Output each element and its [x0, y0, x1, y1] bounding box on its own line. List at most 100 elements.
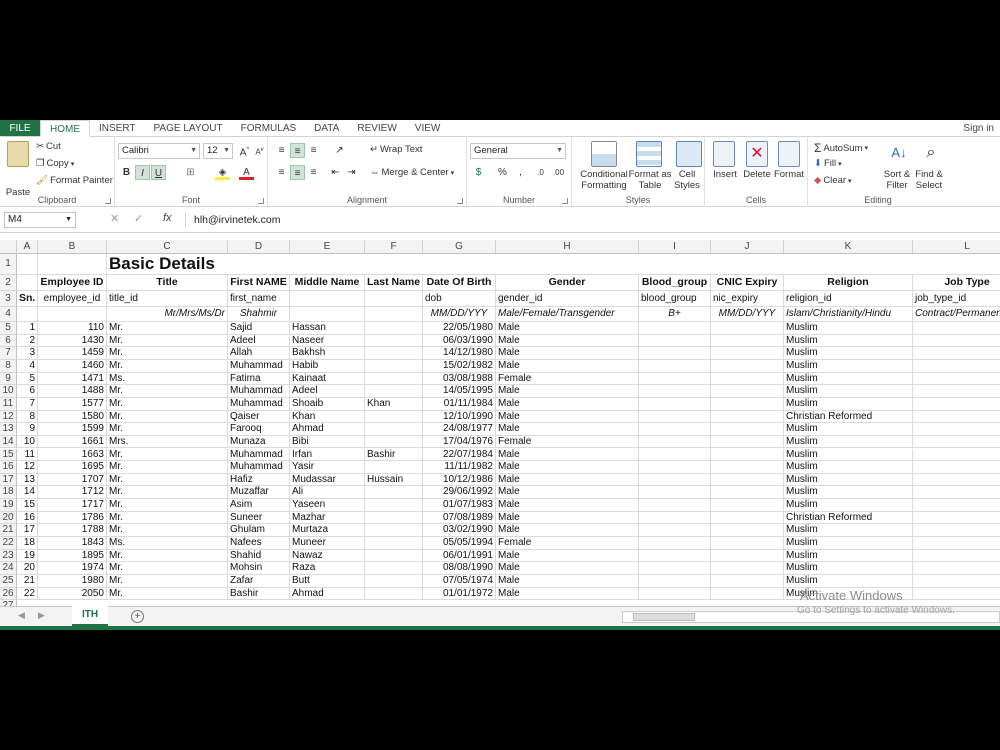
- data-cell[interactable]: 10: [17, 435, 38, 449]
- data-cell[interactable]: [639, 486, 711, 500]
- data-cell[interactable]: 1788: [38, 524, 107, 538]
- data-cell[interactable]: [639, 473, 711, 487]
- column-title-cell[interactable]: Blood_group: [639, 275, 711, 291]
- data-cell[interactable]: Muslim: [784, 397, 913, 411]
- format-button[interactable]: Format: [771, 169, 807, 180]
- underline-button[interactable]: U: [151, 165, 166, 180]
- data-cell[interactable]: Asim: [228, 499, 290, 512]
- data-cell[interactable]: Munaza: [228, 435, 290, 449]
- field-key-cell[interactable]: job_type_id: [913, 291, 1000, 307]
- data-cell[interactable]: [913, 512, 1000, 525]
- data-cell[interactable]: 03/08/1988: [423, 372, 496, 386]
- data-cell[interactable]: 1: [17, 322, 38, 335]
- row-header[interactable]: 24: [0, 562, 17, 575]
- data-cell[interactable]: [365, 322, 423, 335]
- row-header[interactable]: 3: [0, 291, 17, 307]
- data-cell[interactable]: Male: [496, 461, 639, 474]
- data-cell[interactable]: 1599: [38, 423, 107, 436]
- format-as-table-button[interactable]: Format as Table: [628, 169, 672, 191]
- data-cell[interactable]: [711, 486, 784, 500]
- data-cell[interactable]: [365, 499, 423, 512]
- data-cell[interactable]: Muzaffar: [228, 486, 290, 500]
- scrollbar-thumb[interactable]: [633, 613, 695, 621]
- data-cell[interactable]: 1488: [38, 385, 107, 398]
- data-cell[interactable]: [711, 435, 784, 449]
- column-title-cell[interactable]: Religion: [784, 275, 913, 291]
- data-cell[interactable]: [639, 575, 711, 588]
- data-cell[interactable]: [365, 549, 423, 563]
- data-cell[interactable]: 01/01/1972: [423, 587, 496, 601]
- field-key-cell[interactable]: employee_id: [38, 291, 107, 307]
- data-cell[interactable]: [711, 575, 784, 588]
- data-cell[interactable]: Murtaza: [290, 524, 365, 538]
- data-cell[interactable]: 2: [17, 334, 38, 348]
- data-cell[interactable]: Muslim: [784, 461, 913, 474]
- data-cell[interactable]: Farooq: [228, 423, 290, 436]
- column-title-cell[interactable]: First NAME: [228, 275, 290, 291]
- sheet-title[interactable]: Basic Details: [107, 254, 1000, 275]
- data-cell[interactable]: Muslim: [784, 423, 913, 436]
- data-cell[interactable]: Khan: [365, 397, 423, 411]
- row-header[interactable]: 8: [0, 359, 17, 373]
- data-cell[interactable]: Ali: [290, 486, 365, 500]
- data-cell[interactable]: Muslim: [784, 359, 913, 373]
- column-header-k[interactable]: K: [784, 240, 913, 254]
- delete-button[interactable]: Delete: [739, 169, 775, 180]
- data-cell[interactable]: Mazhar: [290, 511, 365, 525]
- data-cell[interactable]: Mr.: [107, 385, 228, 398]
- data-cell[interactable]: Mr.: [107, 322, 228, 335]
- format-hint-cell[interactable]: MM/DD/YYY: [423, 307, 496, 322]
- data-cell[interactable]: Male: [496, 410, 639, 424]
- data-cell[interactable]: 19: [17, 549, 38, 563]
- tab-page-layout[interactable]: PAGE LAYOUT: [145, 120, 232, 136]
- data-cell[interactable]: Female: [496, 537, 639, 550]
- data-cell[interactable]: [639, 322, 711, 335]
- data-cell[interactable]: 1471: [38, 372, 107, 386]
- tab-insert[interactable]: INSERT: [90, 120, 145, 136]
- tab-data[interactable]: DATA: [305, 120, 348, 136]
- data-cell[interactable]: [711, 537, 784, 550]
- data-cell[interactable]: Ahmad: [290, 423, 365, 436]
- data-cell[interactable]: Muslim: [784, 486, 913, 500]
- font-name-select[interactable]: Calibri ▼: [118, 143, 200, 159]
- font-size-select[interactable]: 12 ▼: [203, 143, 233, 159]
- data-cell[interactable]: [365, 334, 423, 348]
- data-cell[interactable]: Bashir: [365, 448, 423, 462]
- data-cell[interactable]: Male: [496, 385, 639, 398]
- data-cell[interactable]: Kainaat: [290, 372, 365, 386]
- data-cell[interactable]: 06/01/1991: [423, 549, 496, 563]
- column-title-cell[interactable]: Title: [107, 275, 228, 291]
- header-blank[interactable]: [17, 275, 38, 291]
- data-cell[interactable]: Yaseen: [290, 499, 365, 512]
- data-cell[interactable]: [711, 359, 784, 373]
- data-cell[interactable]: Muslim: [784, 575, 913, 588]
- data-cell[interactable]: Hafiz: [228, 473, 290, 487]
- data-cell[interactable]: 14/05/1995: [423, 385, 496, 398]
- increase-indent-icon[interactable]: ⇥: [344, 165, 359, 180]
- format-hint-cell[interactable]: Mr/Mrs/Ms/Dr: [107, 307, 228, 322]
- data-cell[interactable]: 13: [17, 473, 38, 487]
- data-cell[interactable]: 18: [17, 537, 38, 550]
- data-cell[interactable]: [913, 461, 1000, 474]
- data-cell[interactable]: [639, 397, 711, 411]
- data-cell[interactable]: [711, 587, 784, 601]
- data-cell[interactable]: [913, 474, 1000, 487]
- data-cell[interactable]: 1712: [38, 486, 107, 500]
- row-header[interactable]: 4: [0, 307, 17, 322]
- column-header-h[interactable]: H: [496, 240, 639, 254]
- data-cell[interactable]: [913, 449, 1000, 462]
- data-cell[interactable]: Bakhsh: [290, 347, 365, 360]
- data-cell[interactable]: Muslim: [784, 435, 913, 449]
- data-cell[interactable]: Muslim: [784, 372, 913, 386]
- insert-function-icon[interactable]: fx: [163, 212, 172, 224]
- column-title-cell[interactable]: Middle Name: [290, 275, 365, 291]
- row1-blank[interactable]: [17, 254, 38, 275]
- data-cell[interactable]: Mr.: [107, 524, 228, 538]
- data-cell[interactable]: [639, 562, 711, 575]
- data-cell[interactable]: Mr.: [107, 334, 228, 348]
- data-cell[interactable]: Nafees: [228, 537, 290, 550]
- row-header[interactable]: 7: [0, 347, 17, 360]
- data-cell[interactable]: [639, 334, 711, 348]
- data-cell[interactable]: [913, 398, 1000, 411]
- data-cell[interactable]: 22: [17, 587, 38, 601]
